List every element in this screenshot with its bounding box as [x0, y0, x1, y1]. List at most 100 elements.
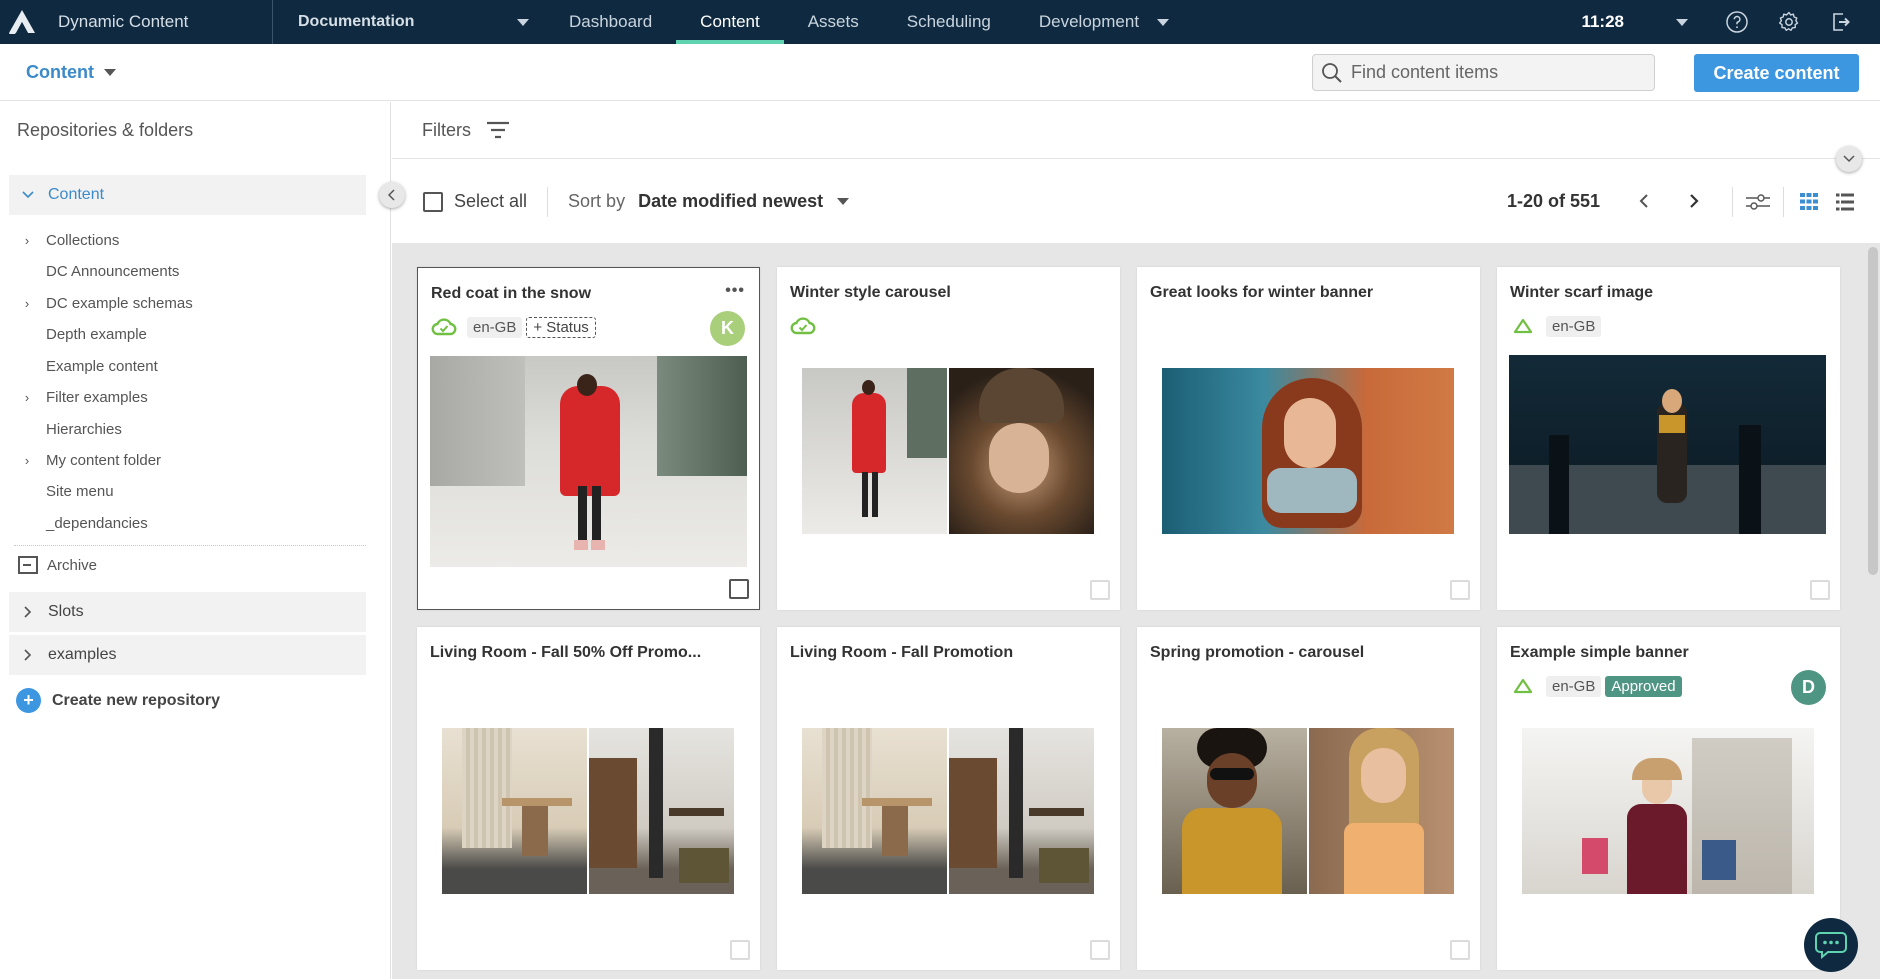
logout-icon[interactable]	[1828, 9, 1854, 35]
archive-item[interactable]: Archive	[18, 556, 97, 574]
folder-dc-example-schemas[interactable]: › DC example schemas	[25, 292, 193, 314]
chevron-right-icon[interactable]: ›	[20, 390, 34, 405]
thumbnail-image	[1522, 728, 1814, 894]
chevron-down-icon	[1157, 18, 1170, 26]
card-meta	[790, 313, 826, 339]
chat-support-button[interactable]	[1804, 918, 1858, 972]
content-card[interactable]: Example simple banner en-GB Approved D	[1497, 627, 1840, 970]
tab-assets[interactable]: Assets	[784, 0, 883, 44]
sliders-icon[interactable]	[1744, 189, 1772, 215]
grid-scrollbar[interactable]	[1868, 247, 1878, 575]
card-checkbox[interactable]	[730, 940, 750, 960]
content-card[interactable]: Winter scarf image en-GB	[1497, 267, 1840, 610]
previous-page-button[interactable]	[1634, 189, 1654, 215]
thumbnail-image	[430, 356, 747, 567]
card-title: Great looks for winter banner	[1150, 284, 1374, 301]
tab-development[interactable]: Development	[1015, 0, 1147, 44]
tab-scheduling[interactable]: Scheduling	[883, 0, 1015, 44]
folder-depth-example[interactable]: Depth example	[46, 323, 147, 345]
search-input[interactable]	[1351, 62, 1641, 83]
toolbar-divider	[1732, 186, 1733, 217]
content-card[interactable]: Winter style carousel	[777, 267, 1120, 610]
chevron-down-icon	[1843, 155, 1855, 163]
folder-filter-examples[interactable]: › Filter examples	[25, 386, 148, 408]
folder-dependancies[interactable]: _dependancies	[46, 512, 148, 534]
chevron-right-icon	[1690, 193, 1699, 208]
card-checkbox[interactable]	[1090, 940, 1110, 960]
chevron-right-icon[interactable]: ›	[20, 296, 34, 311]
context-label: Content	[26, 61, 94, 82]
select-all[interactable]: Select all	[423, 191, 527, 212]
folder-label: My content folder	[46, 451, 162, 469]
content-context-dropdown[interactable]: Content	[26, 62, 116, 83]
cloud-published-icon	[431, 318, 457, 336]
clock: 11:28	[1581, 12, 1624, 31]
folder-site-menu[interactable]: Site menu	[46, 480, 114, 502]
archive-label: Archive	[47, 556, 98, 574]
tab-content[interactable]: Content	[676, 0, 784, 44]
hub-selector[interactable]: Documentation	[273, 13, 539, 31]
folder-label: DC example schemas	[46, 294, 193, 312]
chevron-down-icon[interactable]	[837, 198, 850, 205]
select-all-checkbox[interactable]	[423, 191, 443, 212]
content-card[interactable]: Spring promotion - carousel	[1137, 627, 1480, 970]
card-checkbox[interactable]	[1810, 580, 1830, 600]
filters-label: Filters	[422, 119, 471, 140]
create-content-button[interactable]: Create content	[1694, 54, 1859, 92]
archive-icon	[18, 556, 38, 574]
card-title: Winter style carousel	[790, 284, 951, 301]
grid-view-icon[interactable]	[1795, 189, 1823, 215]
card-meta: en-GB Approved	[1510, 673, 1682, 699]
card-checkbox[interactable]	[1090, 580, 1110, 600]
chat-icon	[1815, 932, 1847, 960]
card-meta: en-GB + Status	[431, 314, 596, 340]
help-icon[interactable]	[1724, 9, 1750, 35]
thumbnail-image	[589, 728, 734, 894]
repo-label: Content	[48, 186, 105, 203]
content-card[interactable]: Red coat in the snow ••• en-GB + Status …	[417, 267, 760, 610]
account-menu-caret-icon[interactable]	[1676, 18, 1688, 26]
pagination-text: 1-20 of 551	[1506, 191, 1600, 211]
folder-dc-announcements[interactable]: DC Announcements	[46, 260, 179, 282]
filter-icon[interactable]	[485, 120, 511, 140]
content-card[interactable]: Great looks for winter banner	[1137, 267, 1480, 610]
sort-dropdown[interactable]: Date modified newest	[638, 191, 823, 212]
card-title: Winter scarf image	[1510, 284, 1654, 301]
thumbnail-image	[949, 728, 1094, 894]
folder-label: Depth example	[46, 325, 147, 343]
next-page-button[interactable]	[1684, 189, 1704, 215]
card-title: Living Room - Fall Promotion	[790, 644, 1014, 661]
folder-collections[interactable]: › Collections	[25, 229, 120, 251]
repo-examples[interactable]: examples	[9, 635, 366, 675]
tab-dashboard[interactable]: Dashboard	[545, 0, 676, 44]
chevron-right-icon[interactable]: ›	[20, 233, 34, 248]
folder-my-content-folder[interactable]: › My content folder	[25, 449, 162, 471]
top-navigation: Dynamic Content Documentation Dashboard …	[0, 0, 1880, 44]
add-status-button[interactable]: + Status	[526, 316, 596, 338]
card-checkbox[interactable]	[729, 579, 749, 599]
repo-content[interactable]: Content	[9, 175, 366, 215]
create-repository-button[interactable]: + Create new repository	[16, 688, 220, 713]
expand-filters-button[interactable]	[1836, 146, 1862, 172]
content-card[interactable]: Living Room - Fall Promotion	[777, 627, 1120, 970]
filters-bar[interactable]: Filters	[392, 102, 1880, 159]
content-toolbar: Select all Sort by Date modified newest …	[392, 160, 1880, 243]
collapse-sidebar-button[interactable]	[379, 182, 405, 208]
chevron-right-icon[interactable]: ›	[20, 453, 34, 468]
more-tabs-button[interactable]	[1147, 0, 1177, 44]
amplience-logo-icon[interactable]	[2, 0, 42, 44]
content-card[interactable]: Living Room - Fall 50% Off Promo...	[417, 627, 760, 970]
folder-label: Example content	[46, 357, 158, 375]
folder-example-content[interactable]: Example content	[46, 355, 158, 377]
more-options-icon[interactable]: •••	[725, 282, 745, 300]
chevron-right-icon	[18, 605, 38, 619]
folder-hierarchies[interactable]: Hierarchies	[46, 418, 122, 440]
repo-slots[interactable]: Slots	[9, 592, 366, 632]
list-view-icon[interactable]	[1831, 189, 1859, 215]
card-checkbox[interactable]	[1450, 940, 1470, 960]
view-tools	[1732, 160, 1870, 243]
hub-name: Documentation	[298, 13, 415, 30]
card-checkbox[interactable]	[1450, 580, 1470, 600]
avatar: D	[1791, 670, 1826, 705]
settings-icon[interactable]	[1776, 9, 1802, 35]
